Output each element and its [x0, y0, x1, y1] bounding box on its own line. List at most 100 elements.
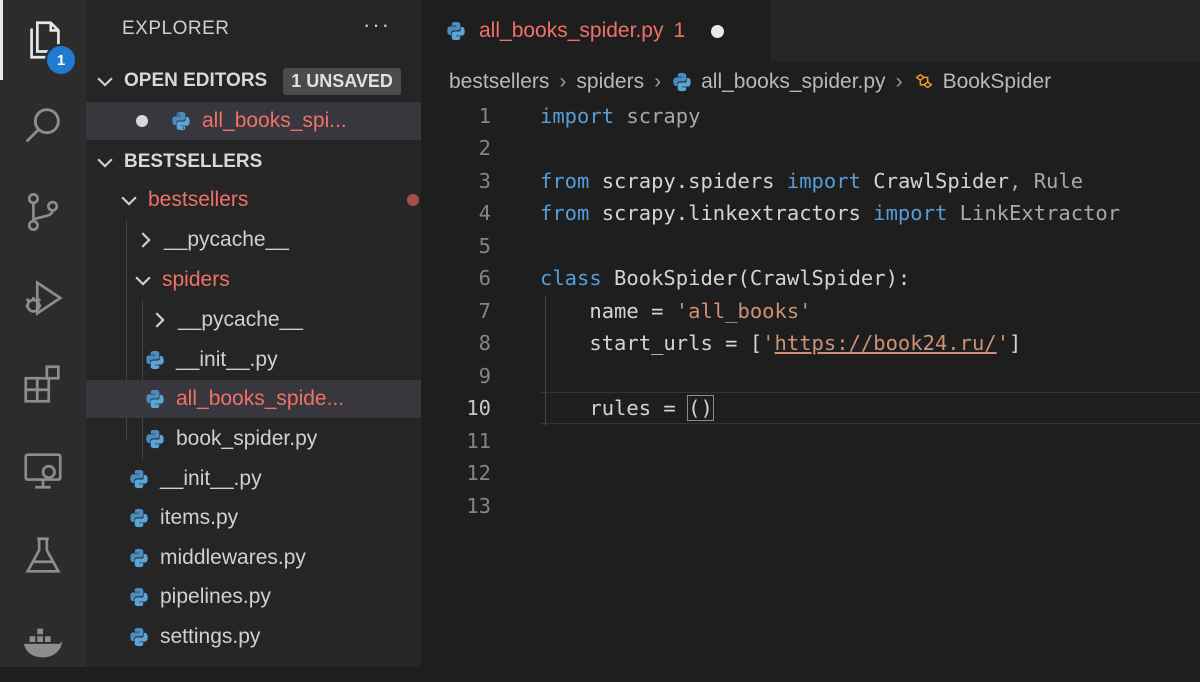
tree-file-book-spider[interactable]: book_spider.py [86, 420, 421, 458]
code-token: from [540, 201, 590, 225]
testing-activity[interactable] [0, 516, 86, 596]
breadcrumb-item[interactable]: spiders [576, 70, 644, 94]
tree-folder-pycache[interactable]: __pycache__ [86, 301, 421, 339]
tree-item-label: __pycache__ [178, 308, 303, 331]
code-line: start_urls = ['https://book24.ru/'] [540, 327, 1021, 359]
chevron-right-icon: › [654, 70, 662, 93]
unsaved-dot-icon[interactable] [711, 24, 725, 38]
remote-explorer-activity[interactable] [0, 430, 86, 510]
breadcrumb: bestsellers › spiders › all_books_spider… [421, 62, 1200, 102]
python-file-icon [671, 71, 693, 93]
tab-all-books-spider[interactable]: all_books_spider.py 1 [421, 0, 771, 62]
open-editors-header[interactable]: OPEN EDITORS 1 UNSAVED [86, 62, 421, 100]
tree-item-label: settings.py [160, 625, 261, 648]
code-line: import scrapy [540, 100, 700, 132]
breadcrumb-item[interactable]: bestsellers [449, 70, 549, 94]
line-number: 3 [478, 169, 491, 193]
chevron-right-icon [148, 309, 170, 331]
project-header[interactable]: BESTSELLERS [86, 143, 421, 181]
breadcrumb-item[interactable]: BookSpider [943, 70, 1052, 94]
tree-item-label: pipelines.py [160, 585, 271, 608]
tree-item-label: items.py [160, 506, 239, 529]
tree-file-items[interactable]: items.py [86, 499, 421, 537]
tree-file-pipelines[interactable]: pipelines.py [86, 578, 421, 616]
code-line-current: rules = () [540, 392, 714, 424]
line-number: 9 [478, 364, 491, 388]
chevron-down-icon [118, 189, 140, 211]
search-activity[interactable] [0, 86, 86, 166]
python-file-icon [128, 507, 150, 529]
chevron-right-icon: › [559, 70, 567, 93]
line-number-current: 10 [466, 396, 491, 420]
project-label: BESTSELLERS [124, 151, 263, 172]
line-number: 5 [478, 234, 491, 258]
code-token: scrapy [614, 104, 701, 128]
explorer-sidebar: EXPLORER ··· OPEN EDITORS 1 UNSAVED all_… [86, 0, 421, 667]
tree-folder-bestsellers[interactable]: bestsellers [86, 181, 421, 219]
tree-folder-pycache[interactable]: __pycache__ [86, 221, 421, 259]
code-token: 'all_books' [675, 299, 812, 323]
breadcrumb-item[interactable]: all_books_spider.py [701, 70, 885, 94]
run-debug-icon [25, 280, 63, 316]
python-file-icon [128, 547, 150, 569]
python-file-icon [170, 110, 192, 132]
python-file-icon [128, 586, 150, 608]
code-line: from scrapy.spiders import CrawlSpider, … [540, 165, 1083, 197]
python-file-icon [144, 349, 166, 371]
code-token: ] [1009, 331, 1022, 355]
source-control-activity[interactable] [0, 172, 86, 252]
code-token: CrawlSpider [860, 169, 1010, 193]
tree-item-label: book_spider.py [176, 427, 318, 450]
code-token: scrapy.spiders [589, 169, 787, 193]
url-link[interactable]: https://book24.ru/ [775, 331, 997, 355]
code-token: class [540, 266, 602, 290]
code-token: BookSpider [601, 266, 738, 290]
docker-activity[interactable] [0, 602, 86, 682]
extensions-activity[interactable] [0, 344, 86, 424]
tree-file-settings[interactable]: settings.py [86, 618, 421, 656]
activity-bar: 1 [0, 0, 86, 667]
code-token: rules = [540, 396, 689, 420]
explorer-title: EXPLORER [122, 18, 230, 39]
tab-problem-count: 1 [673, 19, 686, 42]
line-number: 13 [466, 494, 491, 518]
code-line: name = 'all_books' [540, 295, 812, 327]
python-file-icon [128, 468, 150, 490]
open-editor-item[interactable]: all_books_spi... 1 [86, 102, 421, 140]
chevron-right-icon [134, 229, 156, 251]
tree-file-init-root[interactable]: __init__.py [86, 460, 421, 498]
code-token: import [540, 104, 615, 128]
code-token: ( [737, 266, 750, 290]
search-icon [25, 108, 60, 143]
tree-file-init[interactable]: __init__.py [86, 341, 421, 379]
run-debug-activity[interactable] [0, 258, 86, 338]
more-actions-button[interactable]: ··· [363, 12, 391, 38]
bracket-match: () [687, 395, 714, 421]
chevron-right-icon: › [895, 70, 903, 93]
code-token: import [786, 169, 861, 193]
line-number: 11 [466, 429, 491, 453]
python-file-icon [128, 626, 150, 648]
python-file-icon [144, 428, 166, 450]
tree-item-label: __init__.py [160, 467, 262, 490]
explorer-badge: 1 [45, 44, 77, 76]
code-token: LinkExtractor [947, 201, 1121, 225]
line-number: 7 [478, 299, 491, 323]
code-token: from [540, 169, 590, 193]
modified-dot-icon [407, 194, 419, 206]
line-number: 2 [478, 136, 491, 160]
tree-folder-spiders[interactable]: spiders [86, 261, 421, 299]
tree-file-all-books-spider[interactable]: all_books_spide... 1 [86, 380, 421, 418]
line-number: 1 [478, 104, 491, 128]
editor-tab-bar: all_books_spider.py 1 [421, 0, 1200, 62]
python-file-icon [445, 20, 467, 42]
chevron-down-icon [94, 151, 116, 173]
tree-item-label: middlewares.py [160, 546, 306, 569]
unsaved-badge: 1 UNSAVED [283, 67, 401, 95]
line-number: 6 [478, 266, 491, 290]
code-editor[interactable]: 1 2 3 4 5 6 7 8 9 10 11 12 13 import scr… [421, 100, 1200, 667]
tree-file-middlewares[interactable]: middlewares.py [86, 539, 421, 577]
chevron-down-icon [132, 269, 154, 291]
python-file-icon [144, 388, 166, 410]
explorer-activity[interactable]: 1 [0, 0, 86, 80]
